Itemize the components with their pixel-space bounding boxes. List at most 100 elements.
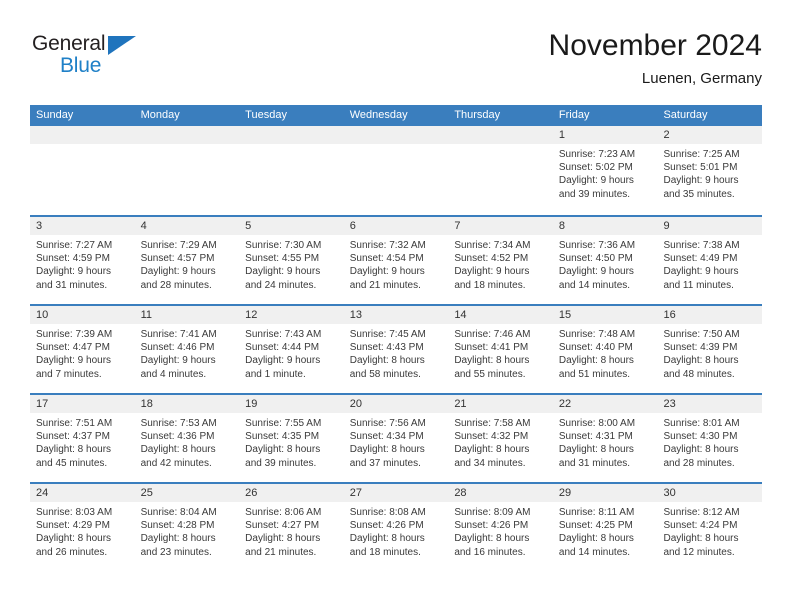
calendar-week-row: 3 Sunrise: 7:27 AM Sunset: 4:59 PM Daylight… [30, 215, 763, 304]
calendar-day-cell[interactable]: 9 Sunrise: 7:38 AM Sunset: 4:49 PM Daylight… [657, 217, 763, 304]
calendar-page: General Blue November 2024 Luenen, Germa… [0, 0, 792, 612]
calendar-day-cell[interactable]: 29 Sunrise: 8:11 AM Sunset: 4:25 PM Dayligh… [552, 484, 658, 571]
day-sun-info: Sunrise: 7:27 AM Sunset: 4:59 PM Daylight:… [30, 235, 135, 292]
calendar-day-cell[interactable]: 30 Sunrise: 8:12 AM Sunset: 4:24 PM Dayligh… [657, 484, 763, 571]
calendar-day-cell[interactable]: 22 Sunrise: 8:00 AM Sunset: 4:31 PM Dayligh… [552, 395, 658, 482]
daylight-duration-line2: and 35 minutes. [663, 188, 735, 200]
daylight-duration-line2: and 7 minutes. [36, 368, 102, 380]
day-number: 19 [239, 395, 344, 413]
calendar-day-cell[interactable]: 7 Sunrise: 7:34 AM Sunset: 4:52 PM Daylight… [448, 217, 553, 304]
daylight-duration-line2: and 42 minutes. [140, 457, 212, 469]
sunrise-time: Sunrise: 7:56 AM [349, 418, 426, 429]
calendar-day-cell[interactable]: 8 Sunrise: 7:36 AM Sunset: 4:50 PM Daylight… [552, 217, 658, 304]
daylight-duration-line1: Daylight: 8 hours [140, 444, 216, 456]
sunrise-time: Sunrise: 7:55 AM [245, 418, 322, 429]
daylight-duration-line1: Daylight: 9 hours [36, 355, 112, 367]
calendar-day-cell[interactable]: 4 Sunrise: 7:29 AM Sunset: 4:57 PM Daylight… [134, 217, 240, 304]
daylight-duration-line2: and 37 minutes. [349, 457, 421, 469]
daylight-duration-line1: Daylight: 8 hours [36, 533, 112, 545]
calendar-day-cell[interactable]: 13 Sunrise: 7:45 AM Sunset: 4:43 PM Dayligh… [343, 306, 449, 393]
calendar-day-cell-empty [239, 126, 344, 215]
calendar-week-row: 17 Sunrise: 7:51 AM Sunset: 4:37 PM Dayligh… [30, 393, 763, 482]
sunset-time: Sunset: 4:24 PM [663, 520, 738, 532]
daylight-duration-line1: Daylight: 8 hours [558, 444, 634, 456]
sunset-time: Sunset: 4:55 PM [245, 253, 320, 265]
calendar-day-cell[interactable]: 27 Sunrise: 8:08 AM Sunset: 4:26 PM Dayligh… [343, 484, 449, 571]
day-number: 3 [30, 217, 135, 235]
calendar-day-cell[interactable]: 11 Sunrise: 7:41 AM Sunset: 4:46 PM Dayligh… [134, 306, 240, 393]
day-sun-info: Sunrise: 8:09 AM Sunset: 4:26 PM Daylight:… [448, 502, 553, 559]
day-number [448, 126, 553, 144]
daylight-duration-line1: Daylight: 9 hours [245, 266, 321, 278]
sunrise-time: Sunrise: 8:11 AM [558, 507, 635, 518]
day-number: 17 [30, 395, 135, 413]
day-number: 24 [30, 484, 135, 502]
calendar-day-cell[interactable]: 19 Sunrise: 7:55 AM Sunset: 4:35 PM Dayligh… [239, 395, 344, 482]
calendar-day-cell[interactable]: 25 Sunrise: 8:04 AM Sunset: 4:28 PM Dayligh… [134, 484, 240, 571]
daylight-duration-line1: Daylight: 9 hours [245, 355, 321, 367]
calendar-day-cell[interactable]: 26 Sunrise: 8:06 AM Sunset: 4:27 PM Dayligh… [239, 484, 344, 571]
calendar-day-cell[interactable]: 16 Sunrise: 7:50 AM Sunset: 4:39 PM Dayligh… [657, 306, 763, 393]
day-sun-info: Sunrise: 7:56 AM Sunset: 4:34 PM Daylight:… [344, 413, 449, 470]
sunset-time: Sunset: 4:32 PM [454, 431, 529, 443]
sunset-time: Sunset: 4:28 PM [140, 520, 215, 532]
day-sun-info: Sunrise: 7:53 AM Sunset: 4:36 PM Daylight:… [135, 413, 240, 470]
sunset-time: Sunset: 4:30 PM [663, 431, 738, 443]
weekday-friday: Friday [558, 109, 590, 121]
calendar-day-cell[interactable]: 12 Sunrise: 7:43 AM Sunset: 4:44 PM Dayligh… [239, 306, 344, 393]
daylight-duration-line1: Daylight: 8 hours [663, 444, 739, 456]
daylight-duration-line2: and 14 minutes. [558, 546, 631, 558]
calendar-day-cell[interactable]: 1 Sunrise: 7:23 AM Sunset: 5:02 PM Daylight… [552, 126, 658, 215]
calendar-day-cell[interactable]: 2 Sunrise: 7:25 AM Sunset: 5:01 PM Daylight… [657, 126, 763, 215]
calendar-day-cell[interactable]: 5 Sunrise: 7:30 AM Sunset: 4:55 PM Daylight… [239, 217, 344, 304]
day-sun-info: Sunrise: 7:30 AM Sunset: 4:55 PM Daylight:… [239, 235, 344, 292]
day-sun-info: Sunrise: 8:06 AM Sunset: 4:27 PM Daylight:… [239, 502, 344, 559]
calendar-day-cell[interactable]: 6 Sunrise: 7:32 AM Sunset: 4:54 PM Daylight… [343, 217, 449, 304]
daylight-duration-line1: Daylight: 8 hours [454, 533, 530, 545]
sunset-time: Sunset: 4:41 PM [454, 342, 529, 354]
sunset-time: Sunset: 4:46 PM [140, 342, 215, 354]
day-number: 30 [657, 484, 763, 502]
daylight-duration-line2: and 39 minutes. [245, 457, 317, 469]
calendar-day-cell[interactable]: 28 Sunrise: 8:09 AM Sunset: 4:26 PM Dayligh… [448, 484, 553, 571]
sunrise-time: Sunrise: 8:01 AM [663, 418, 740, 429]
calendar-day-cell[interactable]: 24 Sunrise: 8:03 AM Sunset: 4:29 PM Dayligh… [30, 484, 135, 571]
day-number: 2 [657, 126, 763, 144]
day-sun-info: Sunrise: 7:43 AM Sunset: 4:44 PM Daylight:… [239, 324, 344, 381]
daylight-duration-line1: Daylight: 8 hours [663, 355, 739, 367]
calendar-day-cell[interactable]: 15 Sunrise: 7:48 AM Sunset: 4:40 PM Dayligh… [552, 306, 658, 393]
sunrise-time: Sunrise: 8:08 AM [349, 507, 426, 518]
daylight-duration-line2: and 39 minutes. [558, 188, 631, 200]
generalblue-logo: General Blue [32, 32, 162, 84]
daylight-duration-line2: and 26 minutes. [36, 546, 108, 558]
day-number: 9 [657, 217, 763, 235]
calendar-day-cell[interactable]: 14 Sunrise: 7:46 AM Sunset: 4:41 PM Dayligh… [448, 306, 553, 393]
calendar-day-cell[interactable]: 10 Sunrise: 7:39 AM Sunset: 4:47 PM Dayligh… [30, 306, 135, 393]
sunrise-time: Sunrise: 7:36 AM [558, 240, 636, 251]
sunrise-time: Sunrise: 7:58 AM [454, 418, 531, 429]
daylight-duration-line1: Daylight: 9 hours [558, 175, 634, 187]
calendar-day-cell[interactable]: 20 Sunrise: 7:56 AM Sunset: 4:34 PM Dayligh… [343, 395, 449, 482]
day-number: 7 [448, 217, 553, 235]
calendar-day-cell[interactable]: 21 Sunrise: 7:58 AM Sunset: 4:32 PM Dayligh… [448, 395, 553, 482]
sunset-time: Sunset: 4:40 PM [558, 342, 633, 354]
calendar-day-cell[interactable]: 18 Sunrise: 7:53 AM Sunset: 4:36 PM Dayligh… [134, 395, 240, 482]
daylight-duration-line1: Daylight: 8 hours [663, 533, 739, 545]
calendar-day-cell[interactable]: 23 Sunrise: 8:01 AM Sunset: 4:30 PM Dayligh… [657, 395, 763, 482]
calendar-week-row: 10 Sunrise: 7:39 AM Sunset: 4:47 PM Dayligh… [30, 304, 763, 393]
sunrise-time: Sunrise: 7:48 AM [558, 329, 636, 340]
day-number: 21 [448, 395, 553, 413]
calendar-weeks: 1 Sunrise: 7:23 AM Sunset: 5:02 PM Daylight… [30, 126, 763, 571]
page-title: November 2024 [548, 29, 762, 62]
calendar-grid: Sunday Monday Tuesday Wednesday Thursday… [30, 105, 763, 571]
day-sun-info: Sunrise: 8:04 AM Sunset: 4:28 PM Daylight:… [135, 502, 240, 559]
sunrise-time: Sunrise: 7:43 AM [245, 329, 322, 340]
sunrise-time: Sunrise: 7:51 AM [36, 418, 113, 429]
sunset-time: Sunset: 4:34 PM [349, 431, 424, 443]
sunrise-time: Sunrise: 7:30 AM [245, 240, 322, 251]
day-number: 16 [657, 306, 763, 324]
daylight-duration-line2: and 28 minutes. [663, 457, 735, 469]
calendar-day-cell[interactable]: 17 Sunrise: 7:51 AM Sunset: 4:37 PM Dayligh… [30, 395, 135, 482]
calendar-day-cell[interactable]: 3 Sunrise: 7:27 AM Sunset: 4:59 PM Daylight… [30, 217, 135, 304]
sunrise-time: Sunrise: 8:03 AM [36, 507, 113, 518]
